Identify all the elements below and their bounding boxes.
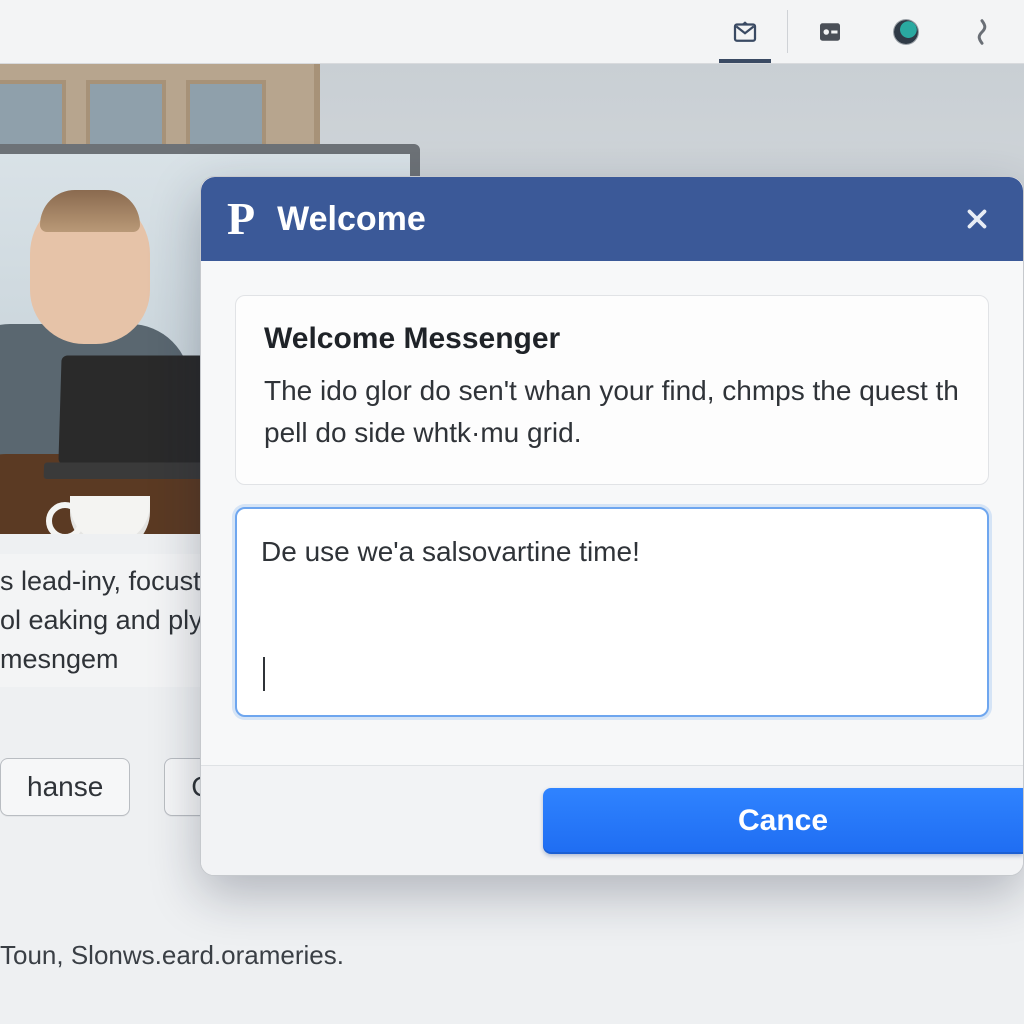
welcome-dialog: P Welcome Welcome Messenger The ido glor… [200,176,1024,876]
bolt-icon [967,17,997,47]
dialog-body: Welcome Messenger The ido glor do sen't … [201,261,1023,765]
toolbar-separator [787,10,788,53]
hanse-button[interactable]: hanse [0,758,130,816]
message-textarea[interactable]: De use we'a salsovartine time! [235,507,989,717]
dialog-header: P Welcome [201,177,1023,261]
page-footer: Toun, Slonws.eard.orameries. [0,940,344,971]
toolbar-mail[interactable] [707,0,783,63]
dialog-close-button[interactable] [957,199,997,239]
dialog-footer: Cance [201,765,1023,875]
toolbar-avatar[interactable] [868,0,944,63]
mail-icon [730,17,760,47]
close-icon [962,204,992,234]
dialog-logo: P [227,196,255,242]
toolbar-bolt[interactable] [944,0,1020,63]
dialog-intro-card: Welcome Messenger The ido glor do sen't … [235,295,989,485]
message-textarea-value: De use we'a salsovartine time! [261,536,640,567]
avatar [894,20,918,44]
hero-cup [70,496,150,534]
toolbar-speaker[interactable] [792,0,868,63]
hero-blurb: s lead-iny, focust ol eaking and ply mes… [0,554,210,687]
dialog-description: The ido glor do sen't whan your find, ch… [264,370,960,454]
dialog-title: Welcome [277,200,426,239]
top-toolbar [0,0,1024,64]
speaker-icon [815,17,845,47]
dialog-heading: Welcome Messenger [264,322,960,356]
cance-button[interactable]: Cance [543,788,1023,854]
text-caret [263,657,265,691]
